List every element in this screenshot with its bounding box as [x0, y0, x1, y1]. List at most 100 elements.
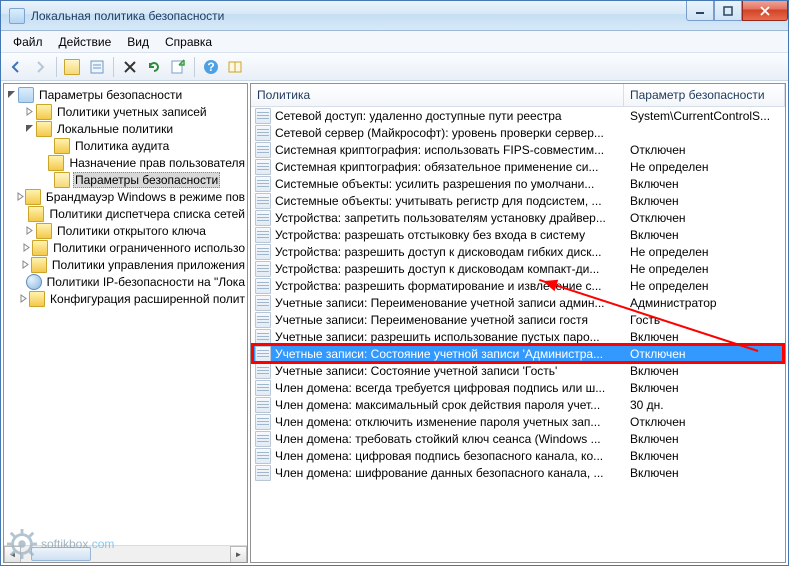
toolbar-sep	[194, 57, 195, 77]
policy-icon	[255, 261, 271, 277]
tree-item[interactable]: Параметры безопасности	[4, 86, 247, 103]
table-row[interactable]: Устройства: разрешать отстыковку без вхо…	[251, 226, 785, 243]
tree-item[interactable]: Политики ограниченного использо	[4, 239, 247, 256]
extra-button[interactable]	[224, 56, 246, 78]
policy-value: Включен	[624, 466, 785, 480]
table-row[interactable]: Член домена: отключить изменение пароля …	[251, 413, 785, 430]
table-row[interactable]: Учетные записи: разрешить использование …	[251, 328, 785, 345]
menu-view[interactable]: Вид	[119, 33, 157, 51]
tree-item[interactable]: Политики диспетчера списка сетей	[4, 205, 247, 222]
expand-icon[interactable]	[20, 241, 32, 255]
forward-button[interactable]	[29, 56, 51, 78]
policy-value: Включен	[624, 177, 785, 191]
table-row[interactable]: Системная криптография: обязательное при…	[251, 158, 785, 175]
table-row[interactable]: Учетные записи: Состояние учетной записи…	[251, 345, 785, 362]
tree-item[interactable]: Параметры безопасности	[4, 171, 247, 188]
policy-icon	[255, 431, 271, 447]
table-row[interactable]: Устройства: запретить пользователям уста…	[251, 209, 785, 226]
scroll-right-button[interactable]: ►	[230, 546, 247, 563]
window-title: Локальная политика безопасности	[31, 9, 686, 23]
watermark: softikbox.com	[7, 529, 114, 559]
list-rows[interactable]: Сетевой доступ: удаленно доступные пути …	[251, 107, 785, 562]
table-row[interactable]: Член домена: шифрование данных безопасно…	[251, 464, 785, 481]
tree-item-label: Конфигурация расширенной полит	[48, 292, 247, 306]
table-row[interactable]: Учетные записи: Переименование учетной з…	[251, 311, 785, 328]
folder-icon	[29, 291, 45, 307]
export-button[interactable]	[167, 56, 189, 78]
back-button[interactable]	[5, 56, 27, 78]
table-row[interactable]: Сетевой сервер (Майкрософт): уровень про…	[251, 124, 785, 141]
collapse-icon[interactable]	[22, 122, 36, 136]
tree-item[interactable]: Локальные политики	[4, 120, 247, 137]
tree-item-label: Параметры безопасности	[37, 88, 184, 102]
close-button[interactable]	[742, 1, 788, 21]
net-icon	[26, 274, 42, 290]
tree-item[interactable]: Конфигурация расширенной полит	[4, 290, 247, 307]
policy-value: Включен	[624, 330, 785, 344]
table-row[interactable]: Системные объекты: усилить разрешения по…	[251, 175, 785, 192]
expand-icon[interactable]	[18, 292, 29, 306]
titlebar[interactable]: Локальная политика безопасности	[1, 1, 788, 31]
table-row[interactable]: Член домена: требовать стойкий ключ сеан…	[251, 430, 785, 447]
toolbar: ?	[1, 53, 788, 81]
delete-button[interactable]	[119, 56, 141, 78]
tree[interactable]: Параметры безопасностиПолитики учетных з…	[4, 84, 247, 545]
toolbar-sep	[113, 57, 114, 77]
tree-item[interactable]: Политики открытого ключа	[4, 222, 247, 239]
table-row[interactable]: Системные объекты: учитывать регистр для…	[251, 192, 785, 209]
policy-icon	[255, 465, 271, 481]
menu-action[interactable]: Действие	[51, 33, 120, 51]
policy-name: Учетные записи: Состояние учетной записи…	[275, 364, 624, 378]
folder-icon	[36, 223, 52, 239]
tree-item-label: Политики ограниченного использо	[51, 241, 247, 255]
policy-icon	[255, 329, 271, 345]
policy-value: Отключен	[624, 347, 785, 361]
policy-value: Включен	[624, 381, 785, 395]
table-row[interactable]: Устройства: разрешить доступ к дисковода…	[251, 260, 785, 277]
table-row[interactable]: Член домена: цифровая подпись безопасног…	[251, 447, 785, 464]
table-row[interactable]: Устройства: разрешить доступ к дисковода…	[251, 243, 785, 260]
table-row[interactable]: Системная криптография: использовать FIP…	[251, 141, 785, 158]
collapse-icon[interactable]	[4, 88, 18, 102]
tree-spacer	[40, 173, 54, 187]
tree-item[interactable]: Политики управления приложения	[4, 256, 247, 273]
table-row[interactable]: Учетные записи: Состояние учетной записи…	[251, 362, 785, 379]
table-row[interactable]: Устройства: разрешить форматирование и и…	[251, 277, 785, 294]
expand-icon[interactable]	[22, 105, 36, 119]
tree-item-label: Брандмауэр Windows в режиме пов	[44, 190, 247, 204]
toolbar-sep	[56, 57, 57, 77]
table-row[interactable]: Член домена: всегда требуется цифровая п…	[251, 379, 785, 396]
policy-icon	[255, 244, 271, 260]
tree-item[interactable]: Политики учетных записей	[4, 103, 247, 120]
menu-file[interactable]: Файл	[5, 33, 51, 51]
tree-item[interactable]: Политики IP-безопасности на "Лока	[4, 273, 247, 290]
tree-item[interactable]: Политика аудита	[4, 137, 247, 154]
folder-icon	[31, 257, 47, 273]
policy-value: Не определен	[624, 262, 785, 276]
col-policy[interactable]: Политика	[251, 84, 624, 106]
table-row[interactable]: Сетевой доступ: удаленно доступные пути …	[251, 107, 785, 124]
refresh-button[interactable]	[143, 56, 165, 78]
gear-icon	[7, 529, 37, 559]
tree-item[interactable]: Брандмауэр Windows в режиме пов	[4, 188, 247, 205]
maximize-button[interactable]	[714, 1, 742, 21]
policy-icon	[255, 176, 271, 192]
help-button[interactable]: ?	[200, 56, 222, 78]
policy-value: Не определен	[624, 279, 785, 293]
expand-icon[interactable]	[16, 190, 25, 204]
policy-name: Член домена: отключить изменение пароля …	[275, 415, 624, 429]
properties-button[interactable]	[86, 56, 108, 78]
col-setting[interactable]: Параметр безопасности	[624, 84, 785, 106]
up-button[interactable]	[62, 56, 84, 78]
expand-icon[interactable]	[19, 258, 31, 272]
policy-name: Устройства: запретить пользователям уста…	[275, 211, 624, 225]
minimize-button[interactable]	[686, 1, 714, 21]
menu-help[interactable]: Справка	[157, 33, 220, 51]
window: Локальная политика безопасности Файл Дей…	[0, 0, 789, 566]
policy-value: Включен	[624, 364, 785, 378]
tree-item[interactable]: Назначение прав пользователя	[4, 154, 247, 171]
expand-icon[interactable]	[22, 224, 36, 238]
table-row[interactable]: Учетные записи: Переименование учетной з…	[251, 294, 785, 311]
table-row[interactable]: Член домена: максимальный срок действия …	[251, 396, 785, 413]
tree-item-label: Политики управления приложения	[50, 258, 247, 272]
